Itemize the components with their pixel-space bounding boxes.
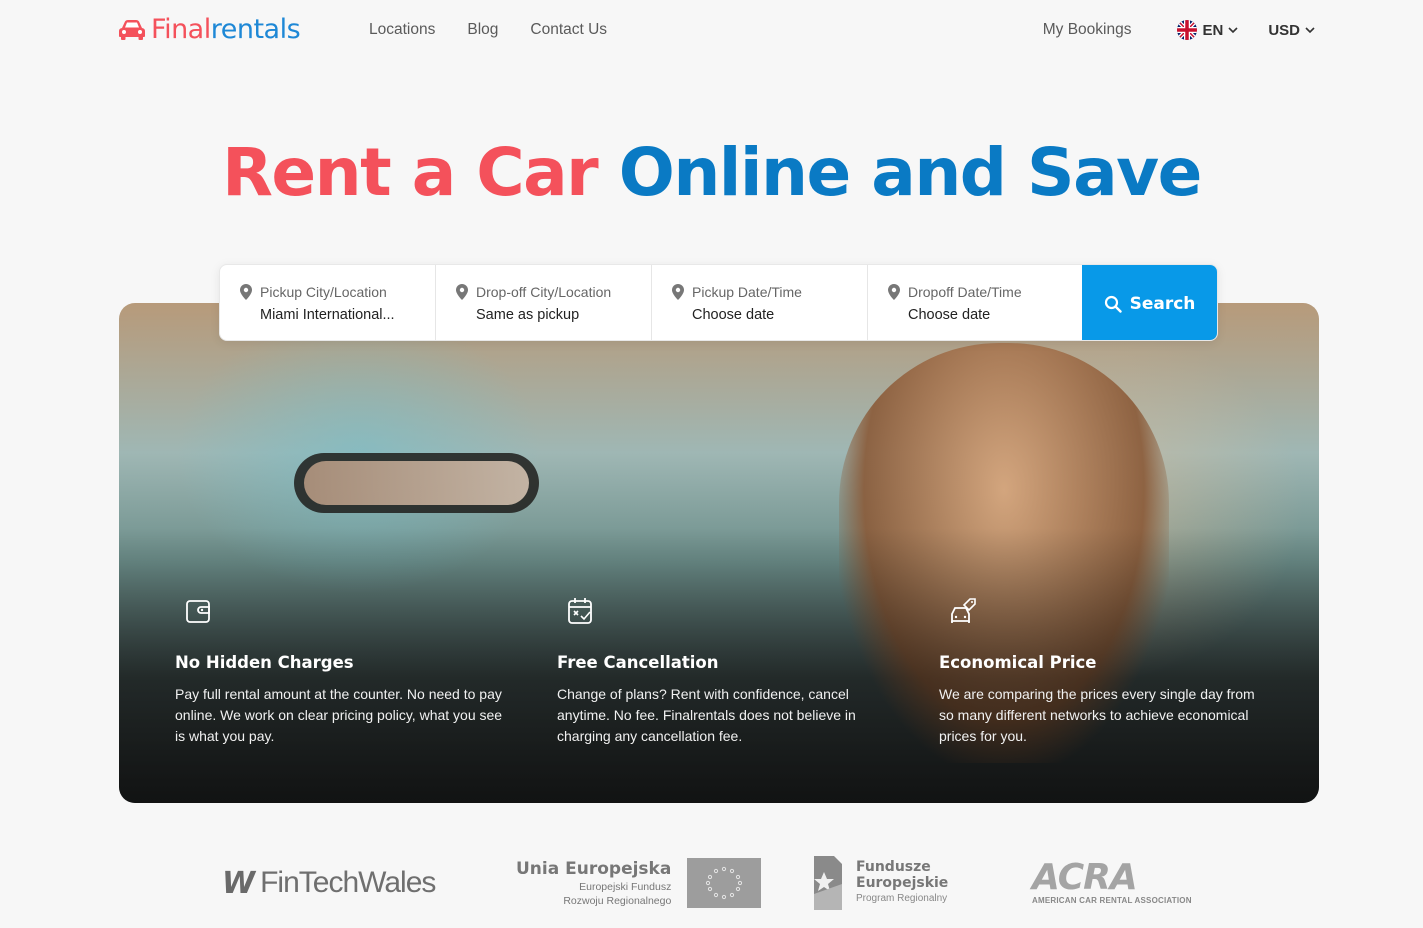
dropoff-date-input[interactable]: Choose date: [908, 305, 1058, 325]
location-pin-icon: [240, 284, 252, 300]
car-tag-icon: [951, 598, 976, 623]
eu-line2: Rozwoju Regionalnego: [563, 895, 672, 907]
dropoff-date-label: Dropoff Date/Time: [908, 284, 1022, 300]
search-button-label: Search: [1129, 293, 1196, 314]
pickup-date-label: Pickup Date/Time: [692, 284, 802, 300]
pickup-date-field[interactable]: Pickup Date/Time Choose date: [652, 265, 868, 340]
fe-line2: Europejskie: [856, 875, 949, 891]
search-icon: [1104, 295, 1122, 313]
chevron-down-icon: [1305, 26, 1315, 33]
dropoff-date-field[interactable]: Dropoff Date/Time Choose date: [868, 265, 1084, 340]
uk-flag-icon: [1177, 20, 1198, 40]
feature-text: Change of plans? Rent with confidence, c…: [557, 686, 856, 744]
language-selector[interactable]: EN: [1177, 20, 1238, 40]
eu-line1: Europejski Fundusz: [579, 881, 672, 893]
my-bookings-link[interactable]: My Bookings: [1043, 20, 1132, 40]
feature-no-hidden-charges: No Hidden Charges Pay full rental amount…: [175, 596, 505, 744]
fintech-w-mark: W: [222, 865, 255, 901]
chevron-down-icon: [1228, 26, 1238, 33]
main-nav: Locations Blog Contact Us: [369, 20, 607, 40]
location-pin-icon: [888, 284, 900, 300]
pickup-date-input[interactable]: Choose date: [692, 305, 842, 325]
pickup-location-label: Pickup City/Location: [260, 284, 387, 300]
hero-title: Rent a Car Online and Save: [0, 133, 1423, 213]
search-button[interactable]: Search: [1082, 265, 1217, 340]
partners-row: W FinTechWales Unia Europejska Europejsk…: [0, 850, 1423, 920]
fe-line1: Fundusze: [856, 859, 931, 875]
car-icon: [119, 20, 145, 40]
feature-free-cancellation: Free Cancellation Change of plans? Rent …: [557, 596, 887, 744]
eu-flag-icon: [687, 858, 762, 908]
logo-text-final: Final: [151, 14, 211, 45]
star-flag-icon: [814, 856, 842, 910]
fintech-wales-logo: W FinTechWales: [222, 850, 436, 916]
dropoff-location-input[interactable]: Same as pickup: [476, 305, 626, 325]
pickup-location-field[interactable]: Pickup City/Location Miami International…: [220, 265, 436, 340]
feature-economical-price: Economical Price We are comparing the pr…: [939, 596, 1269, 744]
language-label: EN: [1202, 21, 1224, 39]
site-header: Finalrentals Locations Blog Contact Us M…: [0, 0, 1423, 60]
wallet-icon: [186, 600, 210, 623]
fe-text: Fundusze Europejskie Program Regionalny: [856, 859, 948, 907]
acra-name: ACRA: [1032, 857, 1138, 898]
fundusze-europejskie-logo: Fundusze Europejskie Program Regionalny: [812, 850, 948, 916]
fintech-wales-text: FinTechWales: [260, 866, 436, 899]
dropoff-location-field[interactable]: Drop-off City/Location Same as pickup: [436, 265, 652, 340]
currency-selector[interactable]: USD: [1268, 22, 1315, 39]
features-row: No Hidden Charges Pay full rental amount…: [175, 596, 1295, 756]
feature-title: Free Cancellation: [557, 653, 719, 672]
nav-blog[interactable]: Blog: [467, 20, 498, 40]
logo-text: Finalrentals: [151, 13, 301, 47]
location-pin-icon: [456, 284, 468, 300]
feature-title: Economical Price: [939, 653, 1097, 672]
right-nav: My Bookings EN USD: [1043, 20, 1315, 40]
hero-title-red: Rent a Car: [222, 134, 599, 211]
acra-full-name: AMERICAN CAR RENTAL ASSOCIATION: [1032, 896, 1192, 905]
fe-line3: Program Regionalny: [856, 893, 948, 904]
eu-text: Unia Europejska Europejski Fundusz Rozwo…: [516, 858, 671, 908]
feature-text: We are comparing the prices every single…: [939, 686, 1255, 744]
currency-label: USD: [1268, 21, 1300, 39]
nav-locations[interactable]: Locations: [369, 20, 435, 40]
acra-logo: ACRA AMERICAN CAR RENTAL ASSOCIATION: [1032, 850, 1192, 916]
logo[interactable]: Finalrentals: [118, 13, 301, 47]
pickup-location-input[interactable]: Miami International...: [260, 305, 410, 325]
calendar-cancel-icon: [568, 598, 592, 624]
eu-logo: Unia Europejska Europejski Fundusz Rozwo…: [516, 850, 762, 916]
feature-text: Pay full rental amount at the counter. N…: [175, 686, 503, 744]
nav-contact-us[interactable]: Contact Us: [530, 20, 607, 40]
location-pin-icon: [672, 284, 684, 300]
hero-title-blue: Online and Save: [618, 134, 1203, 211]
feature-title: No Hidden Charges: [175, 653, 354, 672]
dropoff-location-label: Drop-off City/Location: [476, 284, 612, 300]
eu-title: Unia Europejska: [516, 859, 672, 879]
search-bar: Pickup City/Location Miami International…: [219, 264, 1218, 341]
logo-text-rentals: rentals: [210, 14, 301, 45]
